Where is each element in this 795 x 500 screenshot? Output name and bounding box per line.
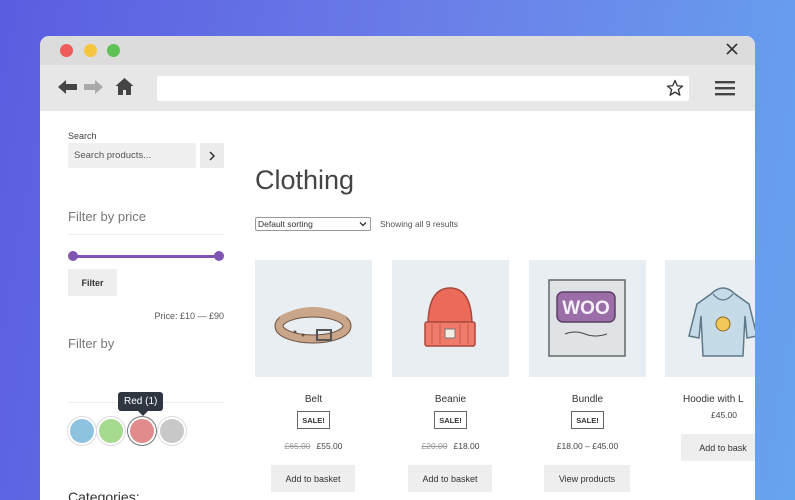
chevron-down-icon <box>359 222 367 227</box>
beanie-image <box>424 287 476 347</box>
color-swatch-blue[interactable] <box>70 419 94 443</box>
product-price: £45.00 <box>711 410 755 420</box>
browser-window: Search Filter by price Filter Price: £10… <box>40 36 755 500</box>
product-image-hoodie[interactable] <box>665 260 755 377</box>
maximize-window-dot[interactable] <box>107 44 120 57</box>
current-price: £18.00 <box>453 441 480 451</box>
filter-by-title: Filter by <box>68 336 115 351</box>
swatch-tooltip: Red (1) <box>118 392 164 411</box>
product-card-hoodie: Hoodie with L £45.00 Add to bask <box>665 260 755 461</box>
search-button[interactable] <box>200 143 224 168</box>
price-slider-min-handle[interactable] <box>68 251 78 261</box>
page-title: Clothing <box>255 165 355 195</box>
product-name[interactable]: Bundle <box>529 394 646 405</box>
old-price: £65.00 <box>284 441 311 451</box>
old-price: £20.00 <box>421 441 448 451</box>
product-listing: Clothing Default sorting Showing all 9 r… <box>255 111 755 500</box>
current-price: £45.00 <box>711 410 737 420</box>
sort-dropdown[interactable]: Default sorting <box>255 217 371 231</box>
product-name[interactable]: Hoodie with L <box>683 394 755 405</box>
sort-value: Default sorting <box>258 219 313 229</box>
divider <box>68 234 224 235</box>
svg-text:WOO: WOO <box>562 298 610 319</box>
product-name[interactable]: Beanie <box>392 394 509 405</box>
product-image-belt[interactable] <box>255 260 372 377</box>
price-slider-track[interactable] <box>72 255 220 258</box>
address-bar[interactable] <box>157 76 689 101</box>
close-icon[interactable] <box>725 42 739 56</box>
product-card-bundle: WOO Bundle SALE! £18.00 – £45.00 View pr… <box>529 260 646 492</box>
product-image-bundle[interactable]: WOO <box>529 260 646 377</box>
current-price: £55.00 <box>316 441 343 451</box>
product-card-beanie: Beanie SALE! £20.00 £18.00 Add to basket <box>392 260 509 492</box>
title-bar <box>40 36 755 65</box>
product-image-beanie[interactable] <box>392 260 509 377</box>
view-products-button[interactable]: View products <box>544 465 630 492</box>
product-price: £20.00 £18.00 <box>392 441 509 451</box>
product-price: £65.00 £55.00 <box>255 441 372 451</box>
hoodie-image <box>688 287 755 357</box>
minimize-window-dot[interactable] <box>84 44 97 57</box>
add-to-basket-button[interactable]: Add to bask <box>681 434 755 461</box>
current-price: £18.00 – £45.00 <box>556 441 619 451</box>
add-to-basket-button[interactable]: Add to basket <box>271 465 355 492</box>
star-bookmark-icon[interactable] <box>666 79 684 97</box>
search-input[interactable] <box>68 143 196 168</box>
filter-button[interactable]: Filter <box>68 269 117 296</box>
product-price: £18.00 – £45.00 <box>529 441 646 451</box>
browser-toolbar <box>40 65 755 111</box>
close-window-dot[interactable] <box>60 44 73 57</box>
add-to-basket-button[interactable]: Add to basket <box>408 465 492 492</box>
search-label: Search <box>68 131 97 141</box>
hamburger-menu-icon[interactable] <box>715 80 735 96</box>
sale-badge: SALE! <box>297 411 330 429</box>
sale-badge: SALE! <box>434 411 467 429</box>
back-arrow-icon[interactable] <box>58 79 77 95</box>
home-icon[interactable] <box>115 77 134 96</box>
bundle-image: WOO <box>548 279 626 357</box>
results-count: Showing all 9 results <box>380 219 458 229</box>
product-name[interactable]: Belt <box>255 394 372 405</box>
page-content: Search Filter by price Filter Price: £10… <box>40 111 755 500</box>
forward-arrow-icon[interactable] <box>84 79 103 95</box>
color-swatch-gray[interactable] <box>160 419 184 443</box>
belt-image <box>274 307 352 344</box>
sale-badge: SALE! <box>571 411 604 429</box>
product-card-belt: Belt SALE! £65.00 £55.00 Add to basket <box>255 260 372 492</box>
tooltip-arrow <box>138 411 148 416</box>
filter-by-price-title: Filter by price <box>68 209 147 224</box>
color-swatch-red[interactable] <box>130 419 154 443</box>
color-swatch-green[interactable] <box>99 419 123 443</box>
price-slider-max-handle[interactable] <box>214 251 224 261</box>
price-range-label: Price: £10 — £90 <box>154 311 224 321</box>
categories-title: Categories: <box>68 489 140 500</box>
chevron-right-icon <box>209 150 216 161</box>
